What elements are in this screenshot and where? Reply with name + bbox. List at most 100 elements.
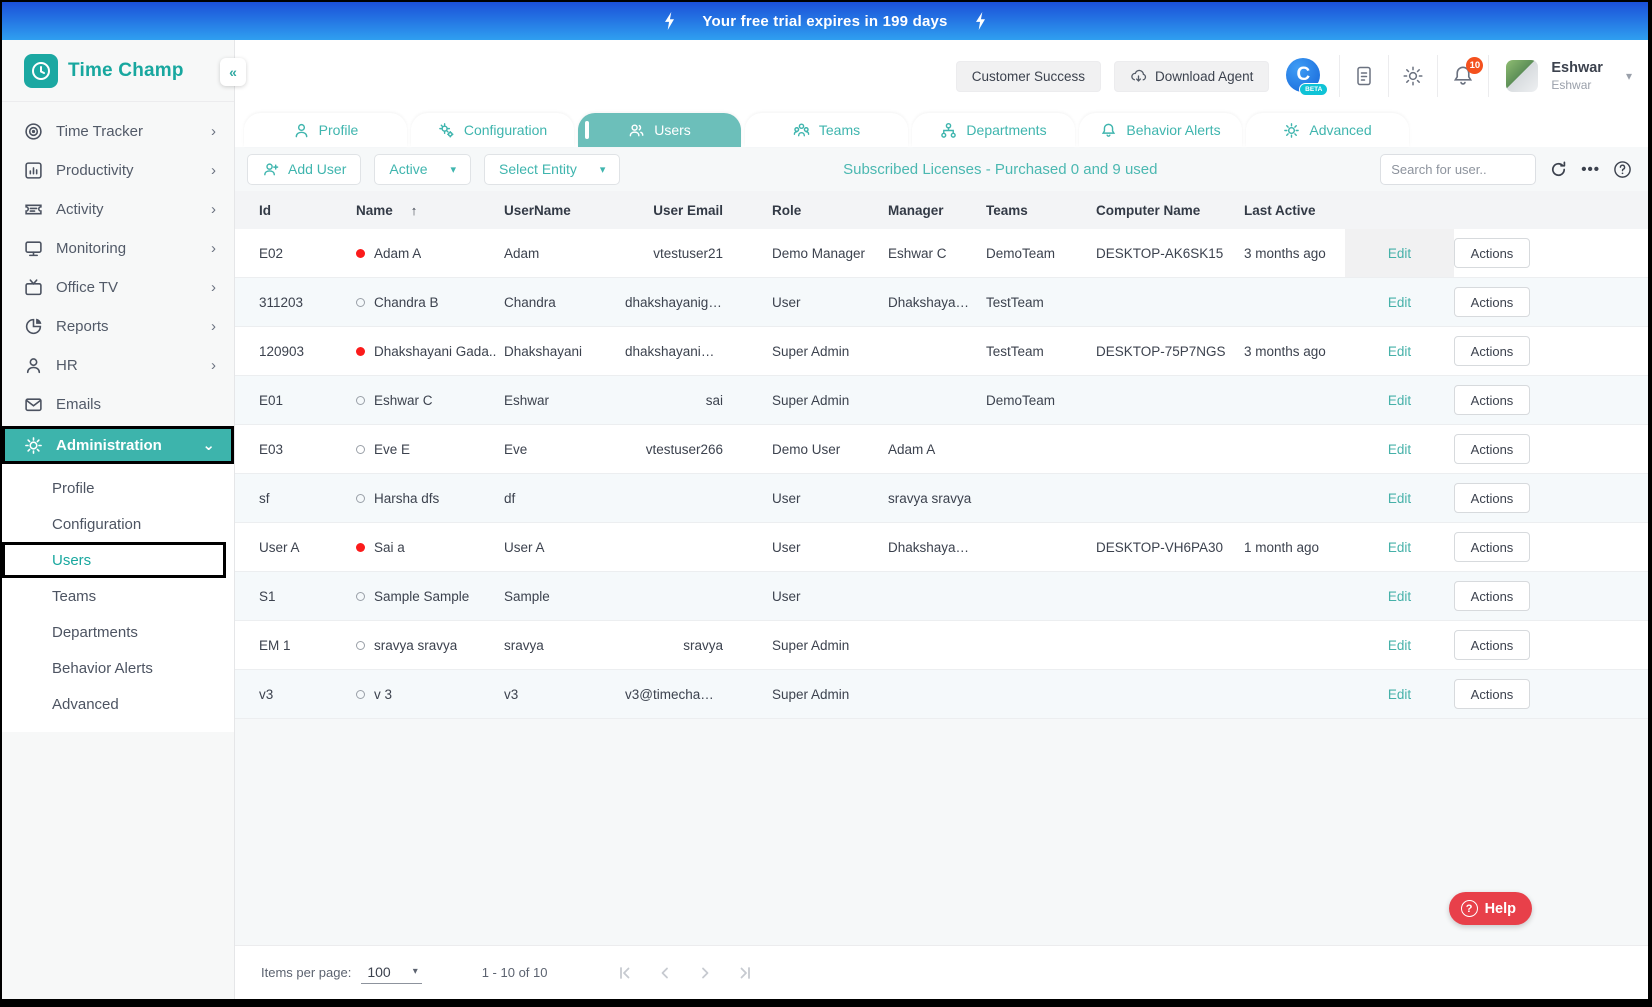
sidebar-collapse-button[interactable]: « [220,58,246,86]
sidebar-item-productivity[interactable]: Productivity › [2,151,234,190]
gears-icon [438,122,455,139]
edit-link[interactable]: Edit [1388,589,1411,604]
col-header-name[interactable]: Name ↑ [356,203,504,218]
user-menu[interactable]: Eshwar Eshwar [1551,59,1603,92]
sidebar-item-administration[interactable]: Administration ⌄ [2,426,234,464]
submenu-item-departments[interactable]: Departments [2,614,234,650]
submenu-item-profile[interactable]: Profile [2,470,234,506]
edit-link[interactable]: Edit [1388,491,1411,506]
download-agent-button[interactable]: Download Agent [1114,61,1269,92]
notifications-bell-icon[interactable]: 10 [1451,64,1475,88]
submenu-item-teams[interactable]: Teams [2,578,234,614]
sidebar-item-time-tracker[interactable]: Time Tracker › [2,112,234,151]
actions-button[interactable]: Actions [1454,287,1530,317]
actions-button[interactable]: Actions [1454,385,1530,415]
table-row[interactable]: EM 1 sravya sravya sravya sravya Super A… [235,621,1648,670]
table-row[interactable]: E03 Eve E Eve vtestuser266 Demo User Ada… [235,425,1648,474]
tab-configuration[interactable]: Configuration [411,113,574,147]
actions-button[interactable]: Actions [1454,336,1530,366]
tab-profile[interactable]: Profile [244,113,407,147]
cell-role: Demo Manager [772,246,888,261]
submenu-item-users[interactable]: Users [2,542,226,578]
edit-link[interactable]: Edit [1388,687,1411,702]
sidebar-item-emails[interactable]: Emails [2,385,234,424]
sidebar-item-office-tv[interactable]: Office TV › [2,268,234,307]
edit-cell: Edit [1345,229,1454,277]
sidebar-item-monitoring[interactable]: Monitoring › [2,229,234,268]
search-input[interactable] [1380,154,1536,185]
submenu-item-advanced[interactable]: Advanced [2,686,234,722]
edit-link[interactable]: Edit [1388,344,1411,359]
col-header-teams[interactable]: Teams [986,203,1096,218]
previous-page-icon[interactable] [656,964,674,982]
table-row[interactable]: sf Harsha dfs df User sravya sravya Edit… [235,474,1648,523]
table-row[interactable]: E02 Adam A Adam vtestuser21 Demo Manager… [235,229,1648,278]
actions-button[interactable]: Actions [1454,532,1530,562]
edit-link[interactable]: Edit [1388,638,1411,653]
tab-behavior-alerts[interactable]: Behavior Alerts [1079,113,1242,147]
first-page-icon[interactable] [616,964,634,982]
cell-name: Harsha dfs [356,491,504,506]
edit-link[interactable]: Edit [1388,246,1411,261]
items-per-page-select[interactable]: 100 ▾ [361,962,421,984]
table-row[interactable]: User A Sai a User A User Dhakshayani Ga…… [235,523,1648,572]
table-row[interactable]: S1 Sample Sample Sample User Edit Action… [235,572,1648,621]
document-icon[interactable] [1353,65,1375,87]
help-circle-icon[interactable] [1613,160,1632,179]
col-header-id[interactable]: Id [259,203,356,218]
next-page-icon[interactable] [696,964,714,982]
actions-button[interactable]: Actions [1454,483,1530,513]
cell-username: Eshwar [504,393,625,408]
last-page-icon[interactable] [736,964,754,982]
user-avatar[interactable] [1506,60,1538,92]
edit-link[interactable]: Edit [1388,295,1411,310]
cell-id: E03 [259,442,356,457]
sidebar-item-activity[interactable]: Activity › [2,190,234,229]
table-row[interactable]: 311203 Chandra B Chandra dhakshayanigad…… [235,278,1648,327]
col-header-username[interactable]: UserName [504,203,625,218]
table-row[interactable]: 120903 Dhakshayani Gada.. Dhakshayani dh… [235,327,1648,376]
user-name: Eshwar [1551,59,1603,77]
monitor-icon [24,239,43,258]
status-filter-dropdown[interactable]: Active ▾ [374,154,471,185]
add-user-button[interactable]: Add User [247,154,361,185]
chevron-right-icon: › [211,201,216,218]
actions-button[interactable]: Actions [1454,630,1530,660]
chat-widget-icon[interactable]: C BETA [1286,58,1322,94]
chevron-down-icon[interactable]: ▾ [1626,69,1632,83]
col-header-manager[interactable]: Manager [888,203,986,218]
edit-link[interactable]: Edit [1388,442,1411,457]
col-header-last-active[interactable]: Last Active [1244,203,1345,218]
sort-ascending-icon[interactable]: ↑ [411,203,418,218]
ticket-icon [24,200,43,219]
help-button[interactable]: ? Help [1449,892,1532,925]
actions-button[interactable]: Actions [1454,238,1530,268]
submenu-item-behavior-alerts[interactable]: Behavior Alerts [2,650,234,686]
edit-link[interactable]: Edit [1388,393,1411,408]
tab-teams[interactable]: Teams [745,113,908,147]
actions-button[interactable]: Actions [1454,679,1530,709]
tab-departments[interactable]: Departments [912,113,1075,147]
edit-link[interactable]: Edit [1388,540,1411,555]
col-header-user-email[interactable]: User Email [625,203,725,218]
caret-down-icon: ▾ [600,163,606,176]
envelope-icon [24,395,43,414]
sidebar-item-hr[interactable]: HR › [2,346,234,385]
edit-cell: Edit [1345,474,1454,522]
settings-gear-icon[interactable] [1402,65,1424,87]
tab-advanced[interactable]: Advanced [1246,113,1409,147]
sidebar-item-reports[interactable]: Reports › [2,307,234,346]
actions-button[interactable]: Actions [1454,434,1530,464]
edit-cell: Edit [1345,376,1454,424]
actions-button[interactable]: Actions [1454,581,1530,611]
more-options-icon[interactable]: ••• [1581,161,1600,178]
table-row[interactable]: E01 Eshwar C Eshwar sai Super Admin Demo… [235,376,1648,425]
refresh-icon[interactable] [1549,160,1568,179]
tab-users[interactable]: Users [578,113,741,147]
table-row[interactable]: v3 v 3 v3 v3@timechamp…. Super Admin Edi… [235,670,1648,719]
col-header-computer-name[interactable]: Computer Name [1096,203,1244,218]
customer-success-button[interactable]: Customer Success [956,61,1101,92]
entity-filter-dropdown[interactable]: Select Entity ▾ [484,154,620,185]
col-header-role[interactable]: Role [772,203,888,218]
submenu-item-configuration[interactable]: Configuration [2,506,234,542]
